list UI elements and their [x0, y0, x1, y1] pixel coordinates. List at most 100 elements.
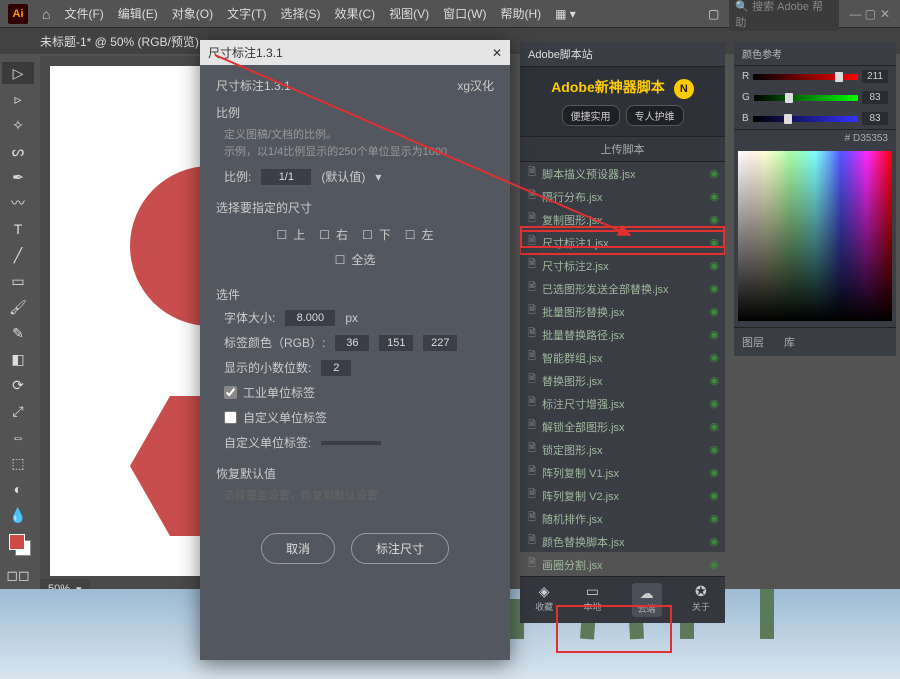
download-icon[interactable]: ◉	[709, 236, 719, 249]
download-icon[interactable]: ◉	[709, 328, 719, 341]
color-g-input[interactable]: 151	[379, 335, 413, 351]
color-picker[interactable]	[738, 151, 892, 321]
download-icon[interactable]: ◉	[709, 351, 719, 364]
home-icon[interactable]: ⌂	[42, 6, 50, 22]
shaper-tool[interactable]: ✎	[2, 322, 34, 344]
download-icon[interactable]: ◉	[709, 190, 719, 203]
scale-input[interactable]: 1/1	[261, 169, 311, 185]
script-item[interactable]: 🗎标注尺寸增强.jsx◉	[520, 392, 725, 415]
cancel-button[interactable]: 取消	[261, 533, 335, 564]
width-tool[interactable]: ⇔	[2, 426, 34, 448]
check-right[interactable]: ☐ 右	[319, 226, 348, 243]
draw-mode[interactable]: ◻◻	[2, 564, 34, 586]
r-value[interactable]: 211	[862, 70, 888, 83]
download-icon[interactable]: ◉	[709, 374, 719, 387]
script-item[interactable]: 🗎批量图形替换.jsx◉	[520, 300, 725, 323]
check-bottom[interactable]: ☐ 下	[362, 226, 391, 243]
script-item[interactable]: 🗎阵列复制 V1.jsx◉	[520, 461, 725, 484]
dropdown-icon[interactable]: ▾	[375, 170, 381, 184]
selection-tool[interactable]: ▷	[2, 62, 34, 84]
lasso-tool[interactable]: ᔕ	[2, 140, 34, 162]
download-icon[interactable]: ◉	[709, 259, 719, 272]
footer-fav[interactable]: ◈收藏	[535, 583, 553, 617]
menu-window[interactable]: 窗口(W)	[443, 5, 486, 22]
eyedropper-tool[interactable]: 💧	[2, 504, 34, 526]
menu-help[interactable]: 帮助(H)	[500, 5, 541, 22]
download-icon[interactable]: ◉	[709, 466, 719, 479]
slider-b[interactable]: B 83	[734, 108, 896, 129]
script-item[interactable]: 🗎脚本描义预设器.jsx◉	[520, 162, 725, 185]
menu-type[interactable]: 文字(T)	[227, 5, 266, 22]
download-icon[interactable]: ◉	[709, 535, 719, 548]
brush-tool[interactable]: 🖌	[2, 296, 34, 318]
download-icon[interactable]: ◉	[709, 282, 719, 295]
window-controls[interactable]: — ▢ ✕	[849, 7, 892, 21]
curvature-tool[interactable]: 〰	[2, 192, 34, 214]
check-top[interactable]: ☐ 上	[276, 226, 305, 243]
g-value[interactable]: 83	[862, 91, 888, 104]
layers-tab[interactable]: 图层	[742, 334, 764, 350]
check-custom-units[interactable]: 自定义单位标签	[216, 409, 494, 426]
script-item[interactable]: 🗎隔行分布.jsx◉	[520, 185, 725, 208]
close-icon[interactable]: ✕	[492, 46, 502, 60]
footer-about[interactable]: ✪关于	[692, 583, 710, 617]
script-item[interactable]: 🗎替换图形.jsx◉	[520, 369, 725, 392]
slider-g[interactable]: G 83	[734, 87, 896, 108]
download-icon[interactable]: ◉	[709, 167, 719, 180]
rotate-tool[interactable]: ⟳	[2, 374, 34, 396]
font-size-input[interactable]: 8.000	[285, 310, 335, 326]
check-left[interactable]: ☐ 左	[405, 226, 434, 243]
stock-icon[interactable]: ▢	[708, 7, 719, 21]
upload-script-button[interactable]: 上传脚本	[520, 136, 725, 162]
gradient-tool[interactable]: ◐	[2, 478, 34, 500]
fill-stroke-swatch[interactable]	[9, 534, 31, 556]
menu-object[interactable]: 对象(O)	[172, 5, 213, 22]
magic-wand-tool[interactable]: ✧	[2, 114, 34, 136]
color-r-input[interactable]: 36	[335, 335, 369, 351]
menu-select[interactable]: 选择(S)	[280, 5, 320, 22]
script-item[interactable]: 🗎批量替换路径.jsx◉	[520, 323, 725, 346]
scripts-panel-tab[interactable]: Adobe脚本站	[520, 42, 725, 67]
script-item[interactable]: 🗎随机排作.jsx◉	[520, 507, 725, 530]
check-all[interactable]: ☐ 全选	[335, 251, 376, 268]
script-item[interactable]: 🗎颜色替换脚本.jsx◉	[520, 530, 725, 553]
library-tab[interactable]: 库	[784, 334, 795, 350]
script-item[interactable]: 🗎已选图形发送全部替换.jsx◉	[520, 277, 725, 300]
search-input[interactable]: 🔍 搜索 Adobe 帮助	[729, 0, 839, 31]
footer-cloud[interactable]: ☁云端	[632, 583, 662, 617]
script-item[interactable]: 🗎阵列复制 V2.jsx◉	[520, 484, 725, 507]
footer-local[interactable]: ▭本地	[583, 583, 601, 617]
check-industrial-units[interactable]: 工业单位标签	[216, 384, 494, 401]
hex-row[interactable]: # D35353	[734, 129, 896, 147]
rectangle-tool[interactable]: ▭	[2, 270, 34, 292]
b-value[interactable]: 83	[862, 112, 888, 125]
workspace-icon[interactable]: ▦ ▾	[555, 7, 576, 21]
menu-file[interactable]: 文件(F)	[64, 5, 103, 22]
document-tab[interactable]: 未标题-1* @ 50% (RGB/预览)	[40, 33, 199, 50]
dialog-titlebar[interactable]: 尺寸标注1.3.1 ✕	[200, 40, 510, 65]
decimals-input[interactable]: 2	[321, 360, 351, 376]
download-icon[interactable]: ◉	[709, 305, 719, 318]
download-icon[interactable]: ◉	[709, 512, 719, 525]
download-icon[interactable]: ◉	[709, 489, 719, 502]
pen-tool[interactable]: ✒	[2, 166, 34, 188]
script-item[interactable]: 🗎尺寸标注1.jsx◉	[520, 231, 725, 254]
type-tool[interactable]: T	[2, 218, 34, 240]
script-item[interactable]: 🗎解锁全部图形.jsx◉	[520, 415, 725, 438]
direct-selection-tool[interactable]: ▹	[2, 88, 34, 110]
color-b-input[interactable]: 227	[423, 335, 457, 351]
line-tool[interactable]: ╱	[2, 244, 34, 266]
slider-r[interactable]: R 211	[734, 66, 896, 87]
banner-btn-1[interactable]: 便捷实用	[562, 105, 620, 126]
download-icon[interactable]: ◉	[709, 420, 719, 433]
custom-unit-input[interactable]	[321, 441, 381, 445]
menu-edit[interactable]: 编辑(E)	[118, 5, 158, 22]
download-icon[interactable]: ◉	[709, 558, 719, 571]
menu-effect[interactable]: 效果(C)	[334, 5, 375, 22]
free-transform-tool[interactable]: ⬚	[2, 452, 34, 474]
menu-view[interactable]: 视图(V)	[389, 5, 429, 22]
script-item[interactable]: 🗎智能群组.jsx◉	[520, 346, 725, 369]
banner-btn-2[interactable]: 专人护维	[626, 105, 684, 126]
confirm-button[interactable]: 标注尺寸	[351, 533, 449, 564]
script-item[interactable]: 🗎尺寸标注2.jsx◉	[520, 254, 725, 277]
